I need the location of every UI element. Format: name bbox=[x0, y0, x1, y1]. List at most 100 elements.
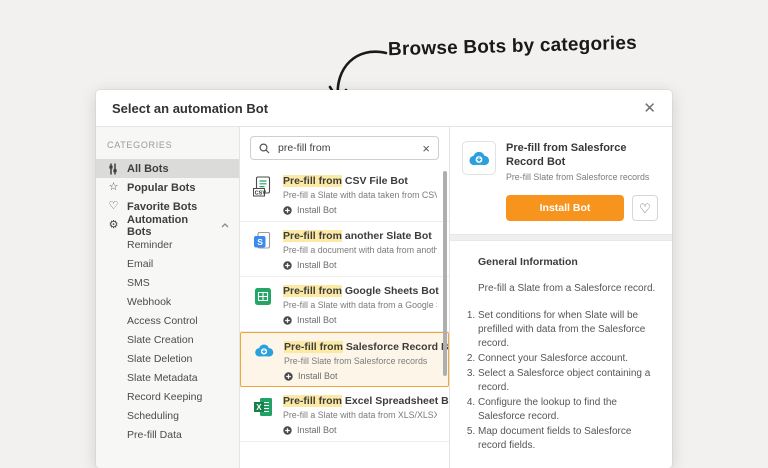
search-box: × bbox=[250, 136, 439, 160]
sidebar-subitem-pre-fill-data[interactable]: Pre-fill Data bbox=[96, 425, 239, 444]
sidebar-subitem-slate-creation[interactable]: Slate Creation bbox=[96, 330, 239, 349]
sidebar-item-label: Automation Bots bbox=[127, 214, 214, 238]
search-input[interactable] bbox=[276, 141, 416, 155]
select-bot-modal: Select an automation Bot ✕ CATEGORIES Al… bbox=[96, 90, 672, 468]
install-label: Install Bot bbox=[297, 315, 337, 325]
chevron-up-icon bbox=[221, 223, 229, 228]
sidebar-subitem-record-keeping[interactable]: Record Keeping bbox=[96, 387, 239, 406]
csv-file-icon: CSV bbox=[252, 175, 274, 221]
setup-step: Configure the lookup to find the Salesfo… bbox=[478, 396, 659, 424]
bot-title: Pre-fill from Excel Spreadsheet Bot bbox=[283, 395, 437, 408]
modal-body: CATEGORIES All Bots ☆ Popular Bots ♡ Fav… bbox=[96, 127, 672, 468]
setup-step: Set conditions for when Slate will be pr… bbox=[478, 309, 659, 351]
install-label: Install Bot bbox=[298, 371, 338, 381]
svg-text:S: S bbox=[257, 237, 263, 247]
install-bot-action[interactable]: Install Bot bbox=[283, 260, 437, 270]
install-label: Install Bot bbox=[297, 205, 337, 215]
list-scrollbar[interactable] bbox=[443, 171, 447, 376]
annotation-browse-bots: Browse Bots by categories bbox=[388, 33, 637, 62]
clear-search-icon[interactable]: × bbox=[422, 142, 430, 155]
general-information-title: General Information bbox=[478, 255, 659, 270]
detail-actions: Install Bot ♡ bbox=[450, 193, 672, 234]
sidebar-subitem-slate-deletion[interactable]: Slate Deletion bbox=[96, 349, 239, 368]
bot-description: Pre-fill a Slate with data taken from CS… bbox=[283, 190, 437, 201]
bot-row-csv-file[interactable]: CSV Pre-fill from CSV File Bot Pre-fill … bbox=[240, 167, 449, 222]
detail-subtitle: Pre-fill Slate from Salesforce records bbox=[506, 172, 660, 183]
heart-icon: ♡ bbox=[107, 201, 120, 212]
setup-step: Connect your Salesforce account. bbox=[478, 352, 659, 366]
bot-row-excel-spreadsheet[interactable]: X Pre-fill from Excel Spreadsheet Bot Pr… bbox=[240, 387, 449, 442]
excel-icon: X bbox=[252, 395, 274, 441]
categories-header: CATEGORIES bbox=[96, 140, 239, 159]
star-icon: ☆ bbox=[107, 182, 120, 193]
sidebar-subitem-reminder[interactable]: Reminder bbox=[96, 235, 239, 254]
bot-row-google-sheets[interactable]: Pre-fill from Google Sheets Bot Pre-fill… bbox=[240, 277, 449, 332]
install-icon bbox=[283, 426, 292, 435]
bot-info: Pre-fill from Salesforce Record Bot Pre-… bbox=[284, 341, 436, 386]
setup-step: Select a Salesforce object containing a … bbox=[478, 367, 659, 395]
bot-detail-titles: Pre-fill from Salesforce Record Bot Pre-… bbox=[506, 141, 660, 183]
sidebar-item-all-bots[interactable]: All Bots bbox=[96, 159, 239, 178]
setup-steps-list: Set conditions for when Slate will be pr… bbox=[462, 309, 659, 453]
install-bot-action[interactable]: Install Bot bbox=[283, 425, 437, 435]
sidebar-item-automation-bots[interactable]: ⚙ Automation Bots bbox=[96, 216, 239, 235]
page: { "annotation": { "text": "Browse Bots b… bbox=[0, 0, 768, 448]
install-label: Install Bot bbox=[297, 425, 337, 435]
install-bot-action[interactable]: Install Bot bbox=[284, 371, 436, 381]
section-divider bbox=[450, 234, 672, 241]
sidebar-subitem-scheduling[interactable]: Scheduling bbox=[96, 406, 239, 425]
install-bot-button[interactable]: Install Bot bbox=[506, 195, 624, 221]
bot-description: Pre-fill a document with data from anoth… bbox=[283, 245, 437, 256]
bot-title: Pre-fill from CSV File Bot bbox=[283, 175, 437, 188]
bot-description: Pre-fill Slate from Salesforce records bbox=[284, 356, 436, 367]
search-icon bbox=[259, 143, 270, 154]
bot-info: Pre-fill from CSV File Bot Pre-fill a Sl… bbox=[283, 175, 437, 221]
bot-detail-header: Pre-fill from Salesforce Record Bot Pre-… bbox=[450, 127, 672, 193]
bot-description: Pre-fill a Slate with data from a Google… bbox=[283, 300, 437, 311]
bot-list-panel: × CSV Pre-fill from CSV File Bot bbox=[240, 127, 450, 468]
install-icon bbox=[284, 372, 293, 381]
close-icon[interactable]: ✕ bbox=[643, 101, 656, 116]
google-sheets-icon bbox=[252, 285, 274, 331]
bot-intro-text: Pre-fill a Slate from a Salesforce recor… bbox=[478, 282, 659, 296]
sidebar-item-label: All Bots bbox=[127, 163, 169, 175]
install-bot-action[interactable]: Install Bot bbox=[283, 205, 437, 215]
detail-title: Pre-fill from Salesforce Record Bot bbox=[506, 141, 660, 169]
setup-step: Map document fields to Salesforce record… bbox=[478, 425, 659, 453]
install-icon bbox=[283, 261, 292, 270]
bot-title: Pre-fill from Salesforce Record Bot bbox=[284, 341, 436, 354]
sidebar-subitem-access-control[interactable]: Access Control bbox=[96, 311, 239, 330]
bot-row-another-slate[interactable]: S Pre-fill from another Slate Bot Pre-fi… bbox=[240, 222, 449, 277]
bot-info: Pre-fill from Excel Spreadsheet Bot Pre-… bbox=[283, 395, 437, 441]
svg-text:X: X bbox=[256, 403, 262, 412]
sidebar-subitem-slate-metadata[interactable]: Slate Metadata bbox=[96, 368, 239, 387]
modal-header: Select an automation Bot ✕ bbox=[96, 90, 672, 127]
install-icon bbox=[283, 316, 292, 325]
sidebar-item-label: Favorite Bots bbox=[127, 201, 197, 213]
install-bot-action[interactable]: Install Bot bbox=[283, 315, 437, 325]
svg-text:CSV: CSV bbox=[255, 191, 267, 197]
install-icon bbox=[283, 206, 292, 215]
favorite-heart-button[interactable]: ♡ bbox=[632, 195, 658, 221]
sidebar-subitem-webhook[interactable]: Webhook bbox=[96, 292, 239, 311]
bot-info: Pre-fill from another Slate Bot Pre-fill… bbox=[283, 230, 437, 276]
sidebar-item-popular-bots[interactable]: ☆ Popular Bots bbox=[96, 178, 239, 197]
bot-title: Pre-fill from Google Sheets Bot bbox=[283, 285, 437, 298]
bot-description: Pre-fill a Slate with data from XLS/XLSX… bbox=[283, 410, 437, 421]
bot-row-salesforce-record[interactable]: Pre-fill from Salesforce Record Bot Pre-… bbox=[240, 332, 449, 387]
sidebar-item-label: Popular Bots bbox=[127, 182, 195, 194]
install-label: Install Bot bbox=[297, 260, 337, 270]
sidebar-subitem-email[interactable]: Email bbox=[96, 254, 239, 273]
modal-title: Select an automation Bot bbox=[112, 101, 268, 116]
sidebar-subitem-sms[interactable]: SMS bbox=[96, 273, 239, 292]
bot-info: Pre-fill from Google Sheets Bot Pre-fill… bbox=[283, 285, 437, 331]
bot-title: Pre-fill from another Slate Bot bbox=[283, 230, 437, 243]
salesforce-cloud-icon bbox=[253, 341, 275, 386]
search-area: × bbox=[240, 127, 449, 167]
bot-list: CSV Pre-fill from CSV File Bot Pre-fill … bbox=[240, 167, 449, 468]
gears-icon: ⚙ bbox=[107, 220, 120, 231]
categories-sidebar: CATEGORIES All Bots ☆ Popular Bots ♡ Fav… bbox=[96, 127, 240, 468]
bot-detail-panel: Pre-fill from Salesforce Record Bot Pre-… bbox=[450, 127, 672, 468]
general-information-section: General Information Pre-fill a Slate fro… bbox=[450, 241, 672, 468]
sliders-icon bbox=[107, 163, 120, 175]
